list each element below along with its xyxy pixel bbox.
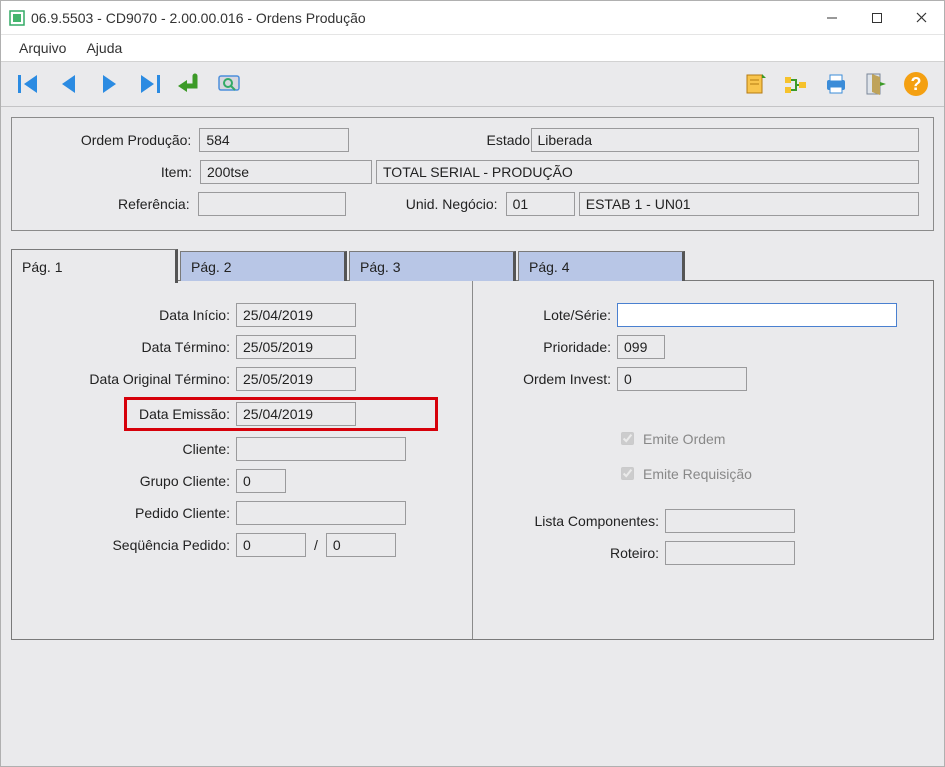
data-emissao-highlight: Data Emissão: 25/04/2019	[126, 399, 436, 429]
prioridade-field: 099	[617, 335, 665, 359]
item-code-field: 200tse	[200, 160, 372, 184]
tab-pag-3[interactable]: Pág. 3	[349, 251, 516, 281]
item-desc-field: TOTAL SERIAL - PRODUÇÃO	[376, 160, 919, 184]
estado-label: Estado:	[427, 132, 527, 148]
emite-requisicao-checkbox-row: Emite Requisição	[487, 460, 907, 487]
data-original-termino-field: 25/05/2019	[236, 367, 356, 391]
emite-requisicao-label: Emite Requisição	[643, 466, 752, 482]
emite-ordem-checkbox-row: Emite Ordem	[487, 425, 907, 452]
svg-text:?: ?	[911, 74, 922, 94]
roteiro-label: Roteiro:	[487, 545, 665, 561]
lista-componentes-field	[665, 509, 795, 533]
first-button[interactable]	[11, 66, 47, 102]
emite-requisicao-checkbox	[621, 467, 634, 480]
emite-ordem-label: Emite Ordem	[643, 431, 725, 447]
ordem-producao-label: Ordem Produção:	[26, 132, 195, 148]
tab-pag-4[interactable]: Pág. 4	[518, 251, 685, 281]
data-termino-label: Data Término:	[26, 339, 236, 355]
tab-pag-1[interactable]: Pág. 1	[11, 249, 178, 283]
referencia-label: Referência:	[26, 196, 194, 212]
tab-col-right: Lote/Série: Prioridade: 099 Ordem Invest…	[472, 281, 933, 639]
tab-pag-2-label: Pág. 2	[191, 259, 231, 275]
seq-pedido-sep: /	[306, 537, 326, 553]
goto-button[interactable]	[171, 66, 207, 102]
maximize-button[interactable]	[854, 1, 899, 34]
cliente-label: Cliente:	[26, 441, 236, 457]
tree-button[interactable]	[778, 66, 814, 102]
menu-ajuda[interactable]: Ajuda	[76, 37, 132, 59]
app-icon	[9, 10, 25, 26]
help-button[interactable]: ?	[898, 66, 934, 102]
title-bar: 06.9.5503 - CD9070 - 2.00.00.016 - Orden…	[1, 1, 944, 35]
menu-arquivo[interactable]: Arquivo	[9, 37, 76, 59]
ordem-producao-field: 584	[199, 128, 348, 152]
lote-serie-label: Lote/Série:	[487, 307, 617, 323]
window-title: 06.9.5503 - CD9070 - 2.00.00.016 - Orden…	[31, 10, 809, 26]
tab-pag-2[interactable]: Pág. 2	[180, 251, 347, 281]
tab-pag-1-label: Pág. 1	[22, 259, 62, 275]
tab-pag-3-label: Pág. 3	[360, 259, 400, 275]
data-termino-field: 25/05/2019	[236, 335, 356, 359]
lista-componentes-label: Lista Componentes:	[487, 513, 665, 529]
data-emissao-field: 25/04/2019	[236, 402, 356, 426]
cliente-field	[236, 437, 406, 461]
prioridade-label: Prioridade:	[487, 339, 617, 355]
seq-pedido-field-1: 0	[236, 533, 306, 557]
estado-field: Liberada	[531, 128, 919, 152]
data-original-termino-label: Data Original Término:	[26, 371, 236, 387]
item-label: Item:	[26, 164, 196, 180]
minimize-button[interactable]	[809, 1, 854, 34]
tab-col-left: Data Início: 25/04/2019 Data Término: 25…	[12, 281, 472, 639]
unid-negocio-label: Unid. Negócio:	[373, 196, 501, 212]
window: 06.9.5503 - CD9070 - 2.00.00.016 - Orden…	[0, 0, 945, 767]
close-button[interactable]	[899, 1, 944, 34]
data-inicio-field: 25/04/2019	[236, 303, 356, 327]
print-button[interactable]	[818, 66, 854, 102]
search-button[interactable]	[211, 66, 247, 102]
grupo-cliente-field: 0	[236, 469, 286, 493]
roteiro-field	[665, 541, 795, 565]
content-area: Ordem Produção: 584 Estado: Liberada Ite…	[1, 107, 944, 766]
exit-button[interactable]	[858, 66, 894, 102]
emite-ordem-checkbox	[621, 432, 634, 445]
pedido-cliente-field	[236, 501, 406, 525]
previous-button[interactable]	[51, 66, 87, 102]
tab-content: Data Início: 25/04/2019 Data Término: 25…	[11, 280, 934, 640]
next-button[interactable]	[91, 66, 127, 102]
grupo-cliente-label: Grupo Cliente:	[26, 473, 236, 489]
unid-negocio-desc-field: ESTAB 1 - UN01	[579, 192, 919, 216]
tab-pag-4-label: Pág. 4	[529, 259, 569, 275]
seq-pedido-field-2: 0	[326, 533, 396, 557]
ordem-invest-field: 0	[617, 367, 747, 391]
seq-pedido-label: Seqüência Pedido:	[26, 537, 236, 553]
tab-bar: Pág. 1 Pág. 2 Pág. 3 Pág. 4	[11, 249, 934, 281]
lote-serie-field[interactable]	[617, 303, 897, 327]
notes-button[interactable]	[738, 66, 774, 102]
last-button[interactable]	[131, 66, 167, 102]
data-emissao-label: Data Emissão:	[126, 406, 236, 422]
data-inicio-label: Data Início:	[26, 307, 236, 323]
pedido-cliente-label: Pedido Cliente:	[26, 505, 236, 521]
unid-negocio-code-field: 01	[506, 192, 575, 216]
ordem-invest-label: Ordem Invest:	[487, 371, 617, 387]
menu-bar: Arquivo Ajuda	[1, 35, 944, 61]
toolbar: ?	[1, 61, 944, 107]
header-group: Ordem Produção: 584 Estado: Liberada Ite…	[11, 117, 934, 231]
referencia-field	[198, 192, 346, 216]
